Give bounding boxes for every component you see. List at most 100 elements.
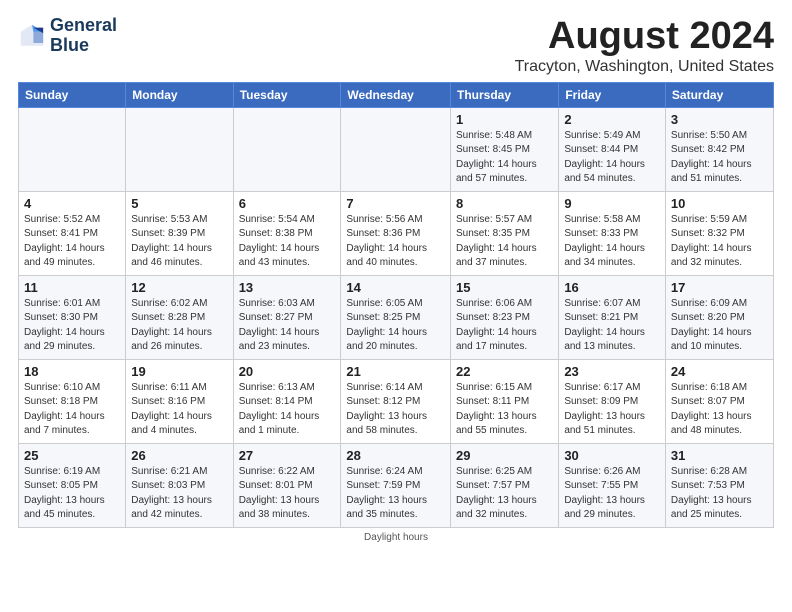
day-number: 6 <box>239 196 336 211</box>
day-info: Sunrise: 6:11 AMSunset: 8:16 PMDaylight:… <box>131 381 227 439</box>
day-info: Sunrise: 6:15 AMSunset: 8:11 PMDaylight:… <box>456 381 553 439</box>
day-info: Sunrise: 6:28 AMSunset: 7:53 PMDaylight:… <box>671 465 768 523</box>
day-number: 28 <box>346 448 445 463</box>
calendar-cell: 7 Sunrise: 5:56 AMSunset: 8:36 PMDaylight… <box>341 191 451 275</box>
day-number: 25 <box>24 448 120 463</box>
calendar-cell: 13 Sunrise: 6:03 AMSunset: 8:27 PMDayligh… <box>233 275 341 359</box>
main-title: August 2024 <box>515 16 774 58</box>
day-number: 22 <box>456 364 553 379</box>
calendar-cell: 15 Sunrise: 6:06 AMSunset: 8:23 PMDayligh… <box>450 275 558 359</box>
day-number: 7 <box>346 196 445 211</box>
day-number: 31 <box>671 448 768 463</box>
day-number: 5 <box>131 196 227 211</box>
calendar-cell <box>126 107 233 191</box>
day-info: Sunrise: 6:10 AMSunset: 8:18 PMDaylight:… <box>24 381 120 439</box>
day-info: Sunrise: 6:05 AMSunset: 8:25 PMDaylight:… <box>346 297 445 355</box>
day-info: Sunrise: 6:07 AMSunset: 8:21 PMDaylight:… <box>564 297 660 355</box>
day-number: 14 <box>346 280 445 295</box>
calendar-cell: 14 Sunrise: 6:05 AMSunset: 8:25 PMDayligh… <box>341 275 451 359</box>
calendar-cell: 19 Sunrise: 6:11 AMSunset: 8:16 PMDayligh… <box>126 359 233 443</box>
day-info: Sunrise: 6:19 AMSunset: 8:05 PMDaylight:… <box>24 465 120 523</box>
calendar-cell: 12Sunrise: 6:02 AMSunset: 8:28 PMDayligh… <box>126 275 233 359</box>
calendar-cell: 8 Sunrise: 5:57 AMSunset: 8:35 PMDaylight… <box>450 191 558 275</box>
page: General Blue August 2024 Tracyton, Washi… <box>0 0 792 553</box>
calendar-cell: 30 Sunrise: 6:26 AMSunset: 7:55 PMDayligh… <box>559 443 666 527</box>
day-number: 21 <box>346 364 445 379</box>
day-number: 17 <box>671 280 768 295</box>
calendar-week-1: 1 Sunrise: 5:48 AMSunset: 8:45 PMDaylight… <box>19 107 774 191</box>
day-info: Sunrise: 6:24 AMSunset: 7:59 PMDaylight:… <box>346 465 445 523</box>
subtitle: Tracyton, Washington, United States <box>515 58 774 76</box>
day-info: Sunrise: 6:03 AMSunset: 8:27 PMDaylight:… <box>239 297 336 355</box>
day-number: 8 <box>456 196 553 211</box>
day-number: 23 <box>564 364 660 379</box>
day-info: Sunrise: 6:21 AMSunset: 8:03 PMDaylight:… <box>131 465 227 523</box>
day-info: Sunrise: 5:52 AMSunset: 8:41 PMDaylight:… <box>24 213 120 271</box>
calendar-cell <box>233 107 341 191</box>
day-info: Sunrise: 6:01 AMSunset: 8:30 PMDaylight:… <box>24 297 120 355</box>
calendar-header-monday: Monday <box>126 82 233 107</box>
calendar-table: SundayMondayTuesdayWednesdayThursdayFrid… <box>18 82 774 528</box>
day-number: 11 <box>24 280 120 295</box>
day-number: 9 <box>564 196 660 211</box>
day-number: 4 <box>24 196 120 211</box>
calendar-header-saturday: Saturday <box>665 82 773 107</box>
calendar-cell: 10Sunrise: 5:59 AMSunset: 8:32 PMDayligh… <box>665 191 773 275</box>
calendar-cell: 17Sunrise: 6:09 AMSunset: 8:20 PMDayligh… <box>665 275 773 359</box>
day-info: Sunrise: 5:54 AMSunset: 8:38 PMDaylight:… <box>239 213 336 271</box>
calendar-cell: 6 Sunrise: 5:54 AMSunset: 8:38 PMDaylight… <box>233 191 341 275</box>
calendar-header-thursday: Thursday <box>450 82 558 107</box>
day-number: 20 <box>239 364 336 379</box>
day-number: 19 <box>131 364 227 379</box>
day-info: Sunrise: 5:50 AMSunset: 8:42 PMDaylight:… <box>671 129 768 187</box>
calendar-cell <box>19 107 126 191</box>
day-info: Sunrise: 6:14 AMSunset: 8:12 PMDaylight:… <box>346 381 445 439</box>
day-info: Sunrise: 6:18 AMSunset: 8:07 PMDaylight:… <box>671 381 768 439</box>
day-info: Sunrise: 6:13 AMSunset: 8:14 PMDaylight:… <box>239 381 336 439</box>
calendar-cell <box>341 107 451 191</box>
day-info: Sunrise: 5:56 AMSunset: 8:36 PMDaylight:… <box>346 213 445 271</box>
day-number: 2 <box>564 112 660 127</box>
day-number: 15 <box>456 280 553 295</box>
day-number: 1 <box>456 112 553 127</box>
day-number: 13 <box>239 280 336 295</box>
calendar-cell: 16Sunrise: 6:07 AMSunset: 8:21 PMDayligh… <box>559 275 666 359</box>
calendar-cell: 26 Sunrise: 6:21 AMSunset: 8:03 PMDayligh… <box>126 443 233 527</box>
logo-icon <box>18 22 46 50</box>
calendar-week-4: 18 Sunrise: 6:10 AMSunset: 8:18 PMDayligh… <box>19 359 774 443</box>
day-info: Sunrise: 6:02 AMSunset: 8:28 PMDaylight:… <box>131 297 227 355</box>
calendar-cell: 9 Sunrise: 5:58 AMSunset: 8:33 PMDaylight… <box>559 191 666 275</box>
calendar-week-3: 11 Sunrise: 6:01 AMSunset: 8:30 PMDayligh… <box>19 275 774 359</box>
calendar-header-tuesday: Tuesday <box>233 82 341 107</box>
header: General Blue August 2024 Tracyton, Washi… <box>18 16 774 76</box>
calendar-header-sunday: Sunday <box>19 82 126 107</box>
calendar-cell: 28 Sunrise: 6:24 AMSunset: 7:59 PMDayligh… <box>341 443 451 527</box>
calendar-header-wednesday: Wednesday <box>341 82 451 107</box>
calendar-cell: 4 Sunrise: 5:52 AMSunset: 8:41 PMDaylight… <box>19 191 126 275</box>
day-info: Sunrise: 6:26 AMSunset: 7:55 PMDaylight:… <box>564 465 660 523</box>
day-number: 24 <box>671 364 768 379</box>
calendar-cell: 2Sunrise: 5:49 AMSunset: 8:44 PMDaylight… <box>559 107 666 191</box>
calendar-cell: 24 Sunrise: 6:18 AMSunset: 8:07 PMDayligh… <box>665 359 773 443</box>
day-number: 30 <box>564 448 660 463</box>
day-info: Sunrise: 6:22 AMSunset: 8:01 PMDaylight:… <box>239 465 336 523</box>
calendar-cell: 20 Sunrise: 6:13 AMSunset: 8:14 PMDayligh… <box>233 359 341 443</box>
day-info: Sunrise: 5:57 AMSunset: 8:35 PMDaylight:… <box>456 213 553 271</box>
calendar-cell: 22 Sunrise: 6:15 AMSunset: 8:11 PMDayligh… <box>450 359 558 443</box>
day-info: Sunrise: 5:48 AMSunset: 8:45 PMDaylight:… <box>456 129 553 187</box>
calendar-cell: 5Sunrise: 5:53 AMSunset: 8:39 PMDaylight… <box>126 191 233 275</box>
footer-note: Daylight hours <box>18 532 774 543</box>
calendar-cell: 1 Sunrise: 5:48 AMSunset: 8:45 PMDaylight… <box>450 107 558 191</box>
calendar-cell: 21 Sunrise: 6:14 AMSunset: 8:12 PMDayligh… <box>341 359 451 443</box>
title-area: August 2024 Tracyton, Washington, United… <box>515 16 774 76</box>
day-number: 27 <box>239 448 336 463</box>
day-info: Sunrise: 6:06 AMSunset: 8:23 PMDaylight:… <box>456 297 553 355</box>
day-number: 26 <box>131 448 227 463</box>
day-info: Sunrise: 5:58 AMSunset: 8:33 PMDaylight:… <box>564 213 660 271</box>
calendar-cell: 29Sunrise: 6:25 AMSunset: 7:57 PMDayligh… <box>450 443 558 527</box>
day-number: 18 <box>24 364 120 379</box>
calendar-cell: 18 Sunrise: 6:10 AMSunset: 8:18 PMDayligh… <box>19 359 126 443</box>
day-number: 3 <box>671 112 768 127</box>
logo-text: General Blue <box>50 16 117 56</box>
logo: General Blue <box>18 16 117 56</box>
